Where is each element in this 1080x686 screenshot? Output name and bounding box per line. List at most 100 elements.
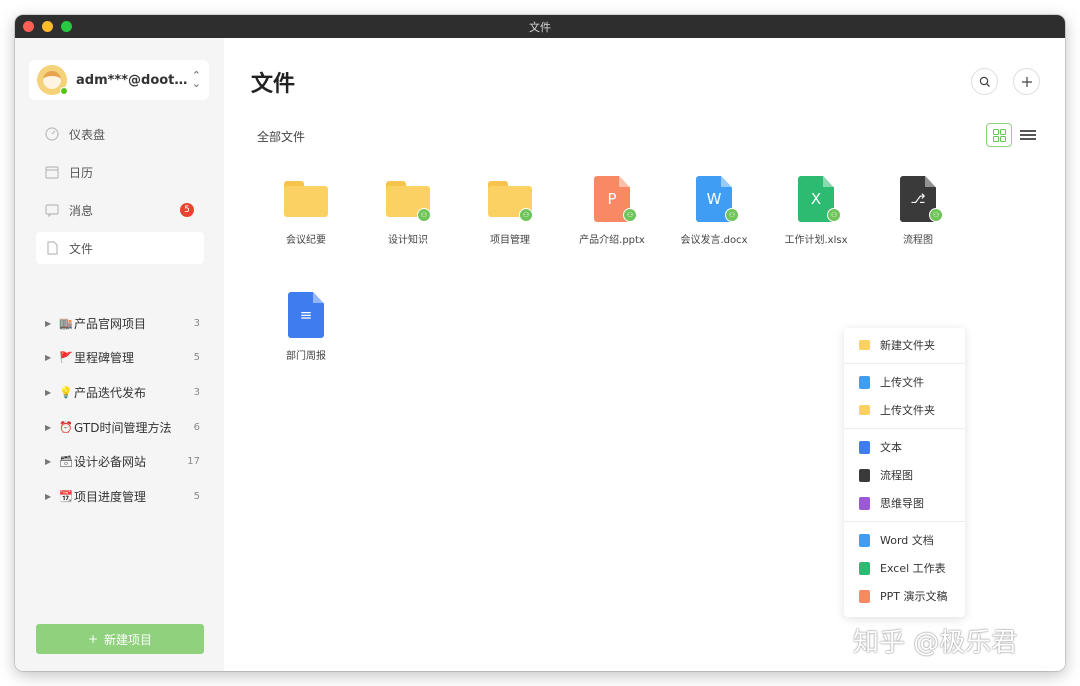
project-emoji-icon: 📆 xyxy=(59,489,73,503)
app-window: 文件 adm***@doot… ⌃ ⌄ 仪表盘 日历 消息 5 文件 ▶ 🏬 产… xyxy=(15,15,1065,671)
breadcrumb[interactable]: 全部文件 xyxy=(257,128,305,145)
sidebar: adm***@doot… ⌃ ⌄ 仪表盘 日历 消息 5 文件 ▶ 🏬 产品官网… xyxy=(15,38,224,671)
grid-view-button[interactable] xyxy=(986,123,1012,147)
file-item-doc[interactable]: ≡ 部门周报 xyxy=(254,286,358,362)
word-icon xyxy=(859,533,870,547)
shared-icon: ⚇ xyxy=(519,208,533,222)
excel-file-icon: X ⚇ xyxy=(764,170,868,228)
project-emoji-icon: 🚩 xyxy=(59,351,73,365)
menu-item-flowchart[interactable]: 流程图 xyxy=(844,461,965,489)
shared-icon: ⚇ xyxy=(623,208,637,222)
sidebar-item-files[interactable]: 文件 xyxy=(36,232,204,264)
shared-icon: ⚇ xyxy=(827,208,841,222)
grid-icon xyxy=(992,128,1006,142)
ppt-icon xyxy=(859,589,870,603)
project-item[interactable]: ▶ 📆 项目进度管理 5 xyxy=(45,479,200,514)
upload-file-icon xyxy=(859,375,870,389)
upload-folder-icon xyxy=(859,405,870,415)
shared-icon: ⚇ xyxy=(929,208,943,222)
menu-item-new-folder[interactable]: 新建文件夹 xyxy=(844,331,965,359)
sidebar-nav: 仪表盘 日历 消息 5 文件 xyxy=(36,118,204,270)
file-name: 会议纪要 xyxy=(286,235,326,246)
account-switcher[interactable]: adm***@doot… ⌃ ⌄ xyxy=(29,60,209,100)
account-email: adm***@doot… xyxy=(76,72,188,88)
project-emoji-icon: ⏰ xyxy=(59,420,73,434)
sidebar-item-dashboard[interactable]: 仪表盘 xyxy=(36,118,204,150)
project-count: 3 xyxy=(193,386,200,398)
sidebar-item-label: 日历 xyxy=(69,165,94,180)
file-item-flowchart[interactable]: ⎇ ⚇ 流程图 xyxy=(866,170,970,246)
maximize-window-button[interactable] xyxy=(61,21,72,32)
flowchart-icon xyxy=(859,468,870,482)
new-project-button[interactable]: + 新建项目 xyxy=(36,624,204,654)
menu-item-upload-file[interactable]: 上传文件 xyxy=(844,368,965,396)
file-item-folder[interactable]: ⚇ 设计知识 xyxy=(356,170,460,246)
project-count: 5 xyxy=(193,352,200,364)
title-bar: 文件 xyxy=(15,15,1065,38)
project-emoji-icon: 🏬 xyxy=(59,316,73,330)
folder-icon: ⚇ xyxy=(458,170,562,228)
menu-item-ppt[interactable]: PPT 演示文稿 xyxy=(844,582,965,610)
project-item[interactable]: ▶ 🏬 产品官网项目 3 xyxy=(45,306,200,341)
dashboard-icon xyxy=(45,127,59,141)
project-label: 产品官网项目 xyxy=(74,316,147,331)
menu-item-mindmap[interactable]: 思维导图 xyxy=(844,489,965,517)
project-item[interactable]: ▶ 🗃 设计必备网站 17 xyxy=(45,444,200,479)
menu-item-upload-folder[interactable]: 上传文件夹 xyxy=(844,396,965,424)
expand-arrow-icon[interactable]: ▶ xyxy=(45,353,59,362)
minimize-window-button[interactable] xyxy=(42,21,53,32)
page-title: 文件 xyxy=(251,72,296,97)
project-label: 里程碑管理 xyxy=(74,351,135,366)
project-label: GTD时间管理方法 xyxy=(74,420,172,435)
sidebar-item-calendar[interactable]: 日历 xyxy=(36,156,204,188)
file-item-word[interactable]: W ⚇ 会议发言.docx xyxy=(662,170,766,246)
watermark: 知乎 @极乐君 xyxy=(853,628,1018,658)
sidebar-item-messages[interactable]: 消息 5 xyxy=(36,194,204,226)
sidebar-item-label: 文件 xyxy=(69,241,94,256)
context-menu: 新建文件夹 上传文件 上传文件夹 文本 流程图 思维导图 Word 文档 Exc… xyxy=(844,328,965,617)
project-item[interactable]: ▶ 💡 产品迭代发布 3 xyxy=(45,375,200,410)
file-item-folder[interactable]: ⚇ 项目管理 xyxy=(458,170,562,246)
list-icon xyxy=(1020,130,1036,132)
project-label: 项目进度管理 xyxy=(74,489,147,504)
avatar-face-icon xyxy=(43,71,61,89)
flowchart-file-icon: ⎇ ⚇ xyxy=(866,170,970,228)
online-status-icon xyxy=(60,87,68,95)
sidebar-item-label: 消息 xyxy=(69,203,94,218)
expand-arrow-icon[interactable]: ▶ xyxy=(45,423,59,432)
menu-item-excel[interactable]: Excel 工作表 xyxy=(844,554,965,582)
project-label: 设计必备网站 xyxy=(74,455,147,470)
mindmap-icon xyxy=(859,496,870,510)
folder-icon xyxy=(254,170,358,228)
menu-item-text[interactable]: 文本 xyxy=(844,433,965,461)
close-window-button[interactable] xyxy=(23,21,34,32)
shared-icon: ⚇ xyxy=(417,208,431,222)
expand-arrow-icon[interactable]: ▶ xyxy=(45,319,59,328)
expand-arrow-icon[interactable]: ▶ xyxy=(45,388,59,397)
menu-divider xyxy=(844,363,965,364)
file-item-excel[interactable]: X ⚇ 工作计划.xlsx xyxy=(764,170,868,246)
expand-arrow-icon[interactable]: ▶ xyxy=(45,457,59,466)
list-view-button[interactable] xyxy=(1020,126,1036,144)
project-count: 6 xyxy=(193,421,200,433)
doc-file-icon: ≡ xyxy=(254,286,358,344)
add-button[interactable] xyxy=(1013,68,1040,95)
file-item-ppt[interactable]: P ⚇ 产品介绍.pptx xyxy=(560,170,664,246)
shared-icon: ⚇ xyxy=(725,208,739,222)
file-name: 项目管理 xyxy=(490,235,530,246)
expand-arrow-icon[interactable]: ▶ xyxy=(45,492,59,501)
text-doc-icon xyxy=(859,440,870,454)
excel-icon xyxy=(859,561,870,575)
project-item[interactable]: ▶ ⏰ GTD时间管理方法 6 xyxy=(45,410,200,445)
file-name: 工作计划.xlsx xyxy=(784,235,848,246)
window-title: 文件 xyxy=(529,20,551,34)
project-item[interactable]: ▶ 🚩 里程碑管理 5 xyxy=(45,341,200,376)
menu-item-word[interactable]: Word 文档 xyxy=(844,526,965,554)
main-content: 文件 全部文件 会议纪要 ⚇ 设计知识 ⚇ 项目管理 P ⚇ 产品介绍.pptx… xyxy=(224,38,1065,671)
project-count: 17 xyxy=(187,456,200,468)
plus-icon: + xyxy=(87,632,99,646)
file-name: 会议发言.docx xyxy=(680,235,748,246)
search-button[interactable] xyxy=(971,68,998,95)
file-item-folder[interactable]: 会议纪要 xyxy=(254,170,358,246)
word-file-icon: W ⚇ xyxy=(662,170,766,228)
